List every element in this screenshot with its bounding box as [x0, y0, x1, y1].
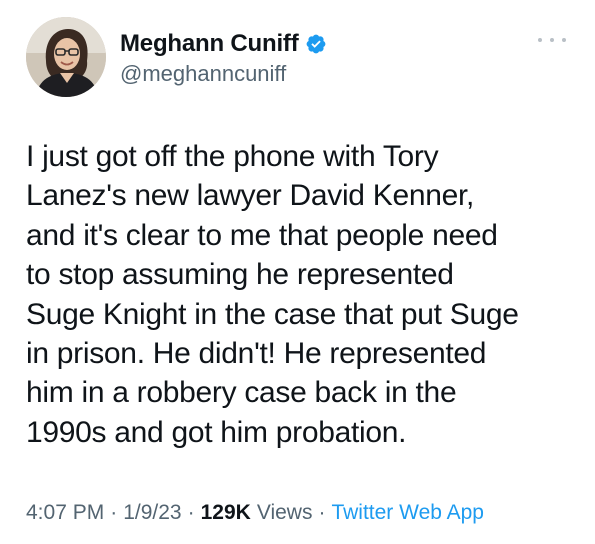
tweet-date[interactable]: 1/9/23 — [123, 501, 181, 525]
more-dots-icon[interactable] — [538, 32, 566, 48]
tweet-line: to stop assuming he represented — [26, 258, 454, 292]
tweet-line: I just got off the phone with Tory — [26, 140, 439, 173]
tweet-line: Suge Knight in the case that put Suge — [26, 297, 519, 331]
tweet-source-link[interactable]: Twitter Web App — [331, 501, 484, 525]
tweet-line: and it's clear to me that people need — [26, 218, 498, 252]
tweet-time[interactable]: 4:07 PM — [26, 501, 104, 525]
tweet-line: Lanez's new lawyer David Kenner, — [26, 179, 475, 213]
tweet-line: in prison. He didn't! He represented — [26, 337, 487, 371]
profile-photo-icon — [26, 17, 106, 97]
tweet-line: 1990s and got him probation. — [26, 415, 407, 449]
tweet-card: Meghann Cuniff @meghanncuniff I just got… — [0, 0, 595, 544]
views-count: 129K — [200, 501, 251, 524]
separator: · — [187, 501, 195, 524]
tweet-line: him in a robbery case back in the — [26, 376, 457, 410]
author-handle[interactable]: @meghanncuniff — [120, 61, 286, 87]
separator: · — [110, 501, 118, 524]
author-name-row[interactable]: Meghann Cuniff — [120, 29, 327, 59]
avatar[interactable] — [26, 17, 106, 97]
tweet-text: I just got off the phone with Tory Lanez… — [26, 137, 586, 452]
views-label: Views — [256, 501, 313, 524]
author-display-name[interactable]: Meghann Cuniff — [120, 30, 299, 58]
separator: · — [318, 501, 326, 524]
tweet-meta: 4:07 PM · 1/9/23 · 129K Views · Twitter … — [26, 501, 484, 525]
verified-badge-icon — [305, 33, 327, 55]
